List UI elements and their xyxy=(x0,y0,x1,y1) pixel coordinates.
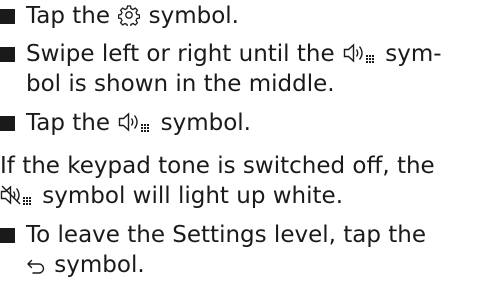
final-step-text-2: symbol. xyxy=(26,250,145,280)
step-3-after: symbol. xyxy=(153,110,251,136)
step-2-continuation-text: bol is shown in the middle. xyxy=(26,71,335,97)
keypad-tone-muted-icon xyxy=(0,184,34,206)
final-step-text-1: To leave the Settings level, tap the xyxy=(26,222,427,248)
note-line-1: If the keypad tone is switched off, the xyxy=(0,151,477,181)
step-2-continuation: bol is shown in the middle. xyxy=(0,69,477,99)
step-2: Swipe left or right until the sym- xyxy=(0,39,477,69)
back-arrow-icon xyxy=(26,257,46,275)
final-step: To leave the Settings level, tap the xyxy=(0,220,477,250)
step-2-before: Swipe left or right until the xyxy=(26,41,342,67)
gear-icon xyxy=(118,4,141,26)
instructions-page: { "steps": [ {"before": "Tap the ", "ico… xyxy=(0,0,477,286)
step-2-text: Swipe left or right until the sym- xyxy=(26,39,442,69)
bullet-square xyxy=(0,228,15,243)
note-line-2: symbol will light up white. xyxy=(0,181,477,211)
step-1-after: symbol. xyxy=(141,3,239,29)
bullet-square xyxy=(0,116,15,131)
step-3-before: Tap the xyxy=(26,110,118,136)
step-1-text: Tap the symbol. xyxy=(26,1,239,31)
step-1-before: Tap the xyxy=(26,3,118,29)
bullet-square xyxy=(0,9,15,24)
keypad-tone-icon xyxy=(343,42,377,64)
note-after: symbol will light up white. xyxy=(35,183,344,209)
step-3-text: Tap the symbol. xyxy=(26,108,251,138)
step-3: Tap the symbol. xyxy=(0,108,477,138)
step-2-after: sym- xyxy=(377,41,442,67)
final-step-after: symbol. xyxy=(47,252,145,278)
note-text-2: symbol will light up white. xyxy=(0,181,343,211)
final-step-continuation: symbol. xyxy=(0,250,477,280)
bullet-square xyxy=(0,47,15,62)
step-1: Tap the symbol. xyxy=(0,1,477,31)
keypad-tone-icon xyxy=(118,111,152,133)
note-text-1: If the keypad tone is switched off, the xyxy=(0,153,435,179)
